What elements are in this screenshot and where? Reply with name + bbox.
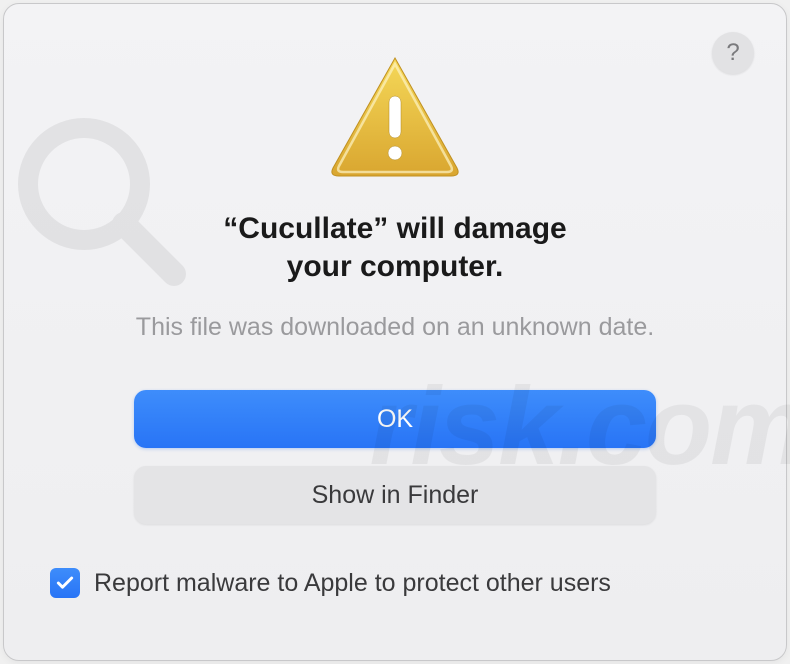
dialog-title: “Cucullate” will damage your computer. bbox=[44, 210, 746, 285]
show-in-finder-button[interactable]: Show in Finder bbox=[134, 466, 656, 524]
warning-icon bbox=[325, 52, 465, 180]
title-line-2: your computer. bbox=[287, 250, 504, 283]
ok-button[interactable]: OK bbox=[134, 390, 656, 448]
dialog-subtitle: This file was downloaded on an unknown d… bbox=[44, 313, 746, 342]
help-icon: ? bbox=[726, 39, 739, 67]
checkbox-row: Report malware to Apple to protect other… bbox=[44, 568, 746, 598]
help-button[interactable]: ? bbox=[712, 32, 754, 74]
show-in-finder-label: Show in Finder bbox=[312, 481, 479, 510]
button-container: OK Show in Finder bbox=[44, 390, 746, 524]
warning-icon-container bbox=[44, 52, 746, 180]
alert-dialog: risk.com ? “Cucullate” will damage your … bbox=[3, 3, 787, 661]
checkmark-icon bbox=[55, 573, 75, 593]
title-line-1: “Cucullate” will damage bbox=[223, 212, 566, 245]
ok-button-label: OK bbox=[377, 405, 413, 434]
checkbox-label: Report malware to Apple to protect other… bbox=[94, 569, 611, 598]
report-malware-checkbox[interactable] bbox=[50, 568, 80, 598]
